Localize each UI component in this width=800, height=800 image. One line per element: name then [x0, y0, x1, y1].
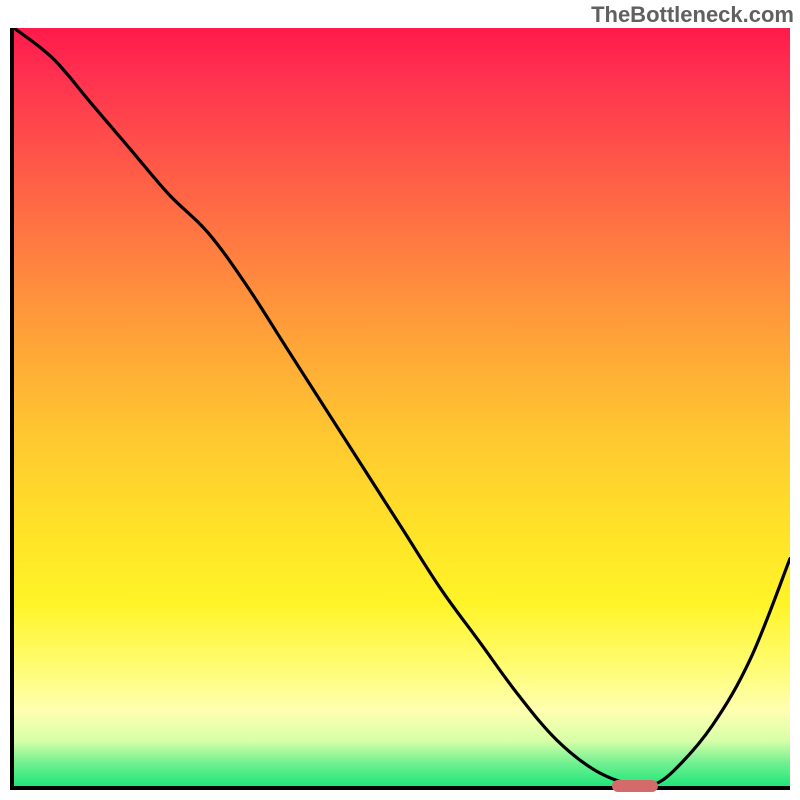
watermark-text: TheBottleneck.com	[591, 2, 794, 28]
optimal-range-marker	[612, 780, 659, 792]
bottleneck-curve	[14, 28, 790, 786]
chart-root: TheBottleneck.com	[0, 0, 800, 800]
plot-area	[10, 28, 790, 790]
